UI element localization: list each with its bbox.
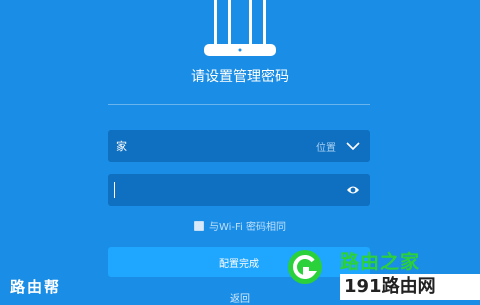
watermark-left: 路由帮 bbox=[10, 278, 62, 296]
text-cursor bbox=[114, 182, 115, 198]
same-as-wifi-option[interactable]: 与Wi-Fi 密码相同 bbox=[0, 218, 480, 233]
page-title: 请设置管理密码 bbox=[191, 69, 289, 85]
wifi-name-field[interactable]: 家 位置 bbox=[108, 130, 370, 162]
watermark-site-text: 191路由网 bbox=[340, 274, 480, 300]
watermark-cn-text: 路由之家 bbox=[340, 251, 421, 273]
router-icon bbox=[204, 0, 276, 56]
eye-icon[interactable] bbox=[346, 184, 360, 196]
chevron-down-icon[interactable] bbox=[346, 139, 360, 153]
checkbox-icon[interactable] bbox=[193, 220, 204, 231]
location-label[interactable]: 位置 bbox=[316, 139, 336, 154]
watermark-right: 路由之家 191路由网 bbox=[286, 244, 480, 300]
divider bbox=[108, 104, 370, 105]
watermark-logo-icon bbox=[288, 250, 322, 284]
password-field[interactable] bbox=[108, 174, 370, 206]
same-as-wifi-label: 与Wi-Fi 密码相同 bbox=[208, 222, 287, 233]
wifi-name-value: 家 bbox=[116, 140, 127, 153]
